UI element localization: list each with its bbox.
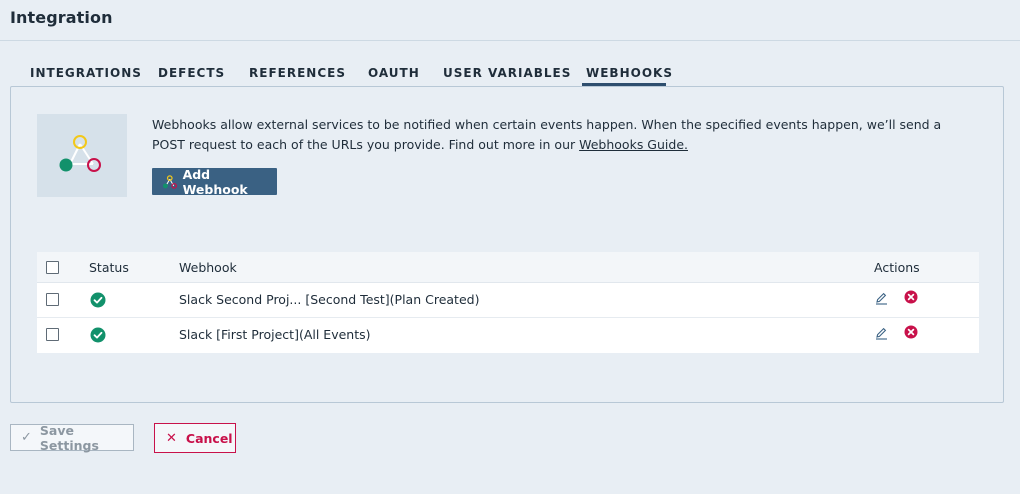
tab-integrations[interactable]: INTEGRATIONS bbox=[30, 66, 142, 80]
table-row: Slack Second Proj... [Second Test](Plan … bbox=[37, 283, 979, 318]
row-checkbox[interactable] bbox=[46, 293, 59, 306]
webhook-icon bbox=[162, 174, 178, 189]
webhooks-description: Webhooks allow external services to be n… bbox=[152, 115, 972, 155]
description-text: Webhooks allow external services to be n… bbox=[152, 117, 942, 152]
page-title: Integration bbox=[10, 8, 113, 27]
add-webhook-button[interactable]: Add Webhook bbox=[152, 166, 277, 197]
webhooks-guide-link[interactable]: Webhooks Guide. bbox=[579, 137, 688, 152]
tab-references[interactable]: REFERENCES bbox=[249, 66, 346, 80]
edit-icon[interactable] bbox=[875, 327, 888, 340]
check-icon: ✓ bbox=[21, 430, 32, 445]
cancel-button[interactable]: ✕ Cancel bbox=[154, 423, 236, 453]
select-all-checkbox[interactable] bbox=[46, 261, 59, 274]
save-settings-button[interactable]: ✓ Save Settings bbox=[10, 422, 134, 453]
page-header: Integration bbox=[0, 0, 1020, 41]
row-checkbox[interactable] bbox=[46, 328, 59, 341]
webhook-nodes-icon bbox=[59, 135, 101, 172]
status-active-icon bbox=[90, 292, 106, 308]
tab-webhooks[interactable]: WEBHOOKS bbox=[586, 66, 673, 80]
edit-icon[interactable] bbox=[875, 292, 888, 305]
delete-icon[interactable] bbox=[904, 325, 918, 339]
tab-bar: INTEGRATIONS DEFECTS REFERENCES OAUTH US… bbox=[10, 62, 1004, 87]
status-active-icon bbox=[90, 327, 106, 343]
delete-icon[interactable] bbox=[904, 290, 918, 304]
table-row: Slack [First Project](All Events) bbox=[37, 318, 979, 353]
webhooks-table: Status Webhook Actions Slack Second Proj… bbox=[37, 252, 979, 353]
webhooks-illustration bbox=[37, 114, 127, 197]
add-webhook-label: Add Webhook bbox=[182, 166, 248, 197]
webhooks-panel: Webhooks allow external services to be n… bbox=[10, 86, 1004, 403]
save-settings-label: Save Settings bbox=[39, 422, 99, 453]
close-icon: ✕ bbox=[166, 430, 177, 446]
webhook-name: Slack [First Project](All Events) bbox=[179, 327, 371, 342]
actions-column-header: Actions bbox=[874, 260, 920, 275]
webhook-column-header: Webhook bbox=[179, 260, 237, 275]
tab-oauth[interactable]: OAUTH bbox=[368, 66, 420, 80]
tab-user-variables[interactable]: USER VARIABLES bbox=[443, 66, 571, 80]
cancel-label: Cancel bbox=[185, 430, 233, 446]
table-header-row: Status Webhook Actions bbox=[37, 252, 979, 283]
status-column-header: Status bbox=[89, 260, 129, 275]
webhook-name: Slack Second Proj... [Second Test](Plan … bbox=[179, 292, 480, 307]
tab-defects[interactable]: DEFECTS bbox=[158, 66, 225, 80]
